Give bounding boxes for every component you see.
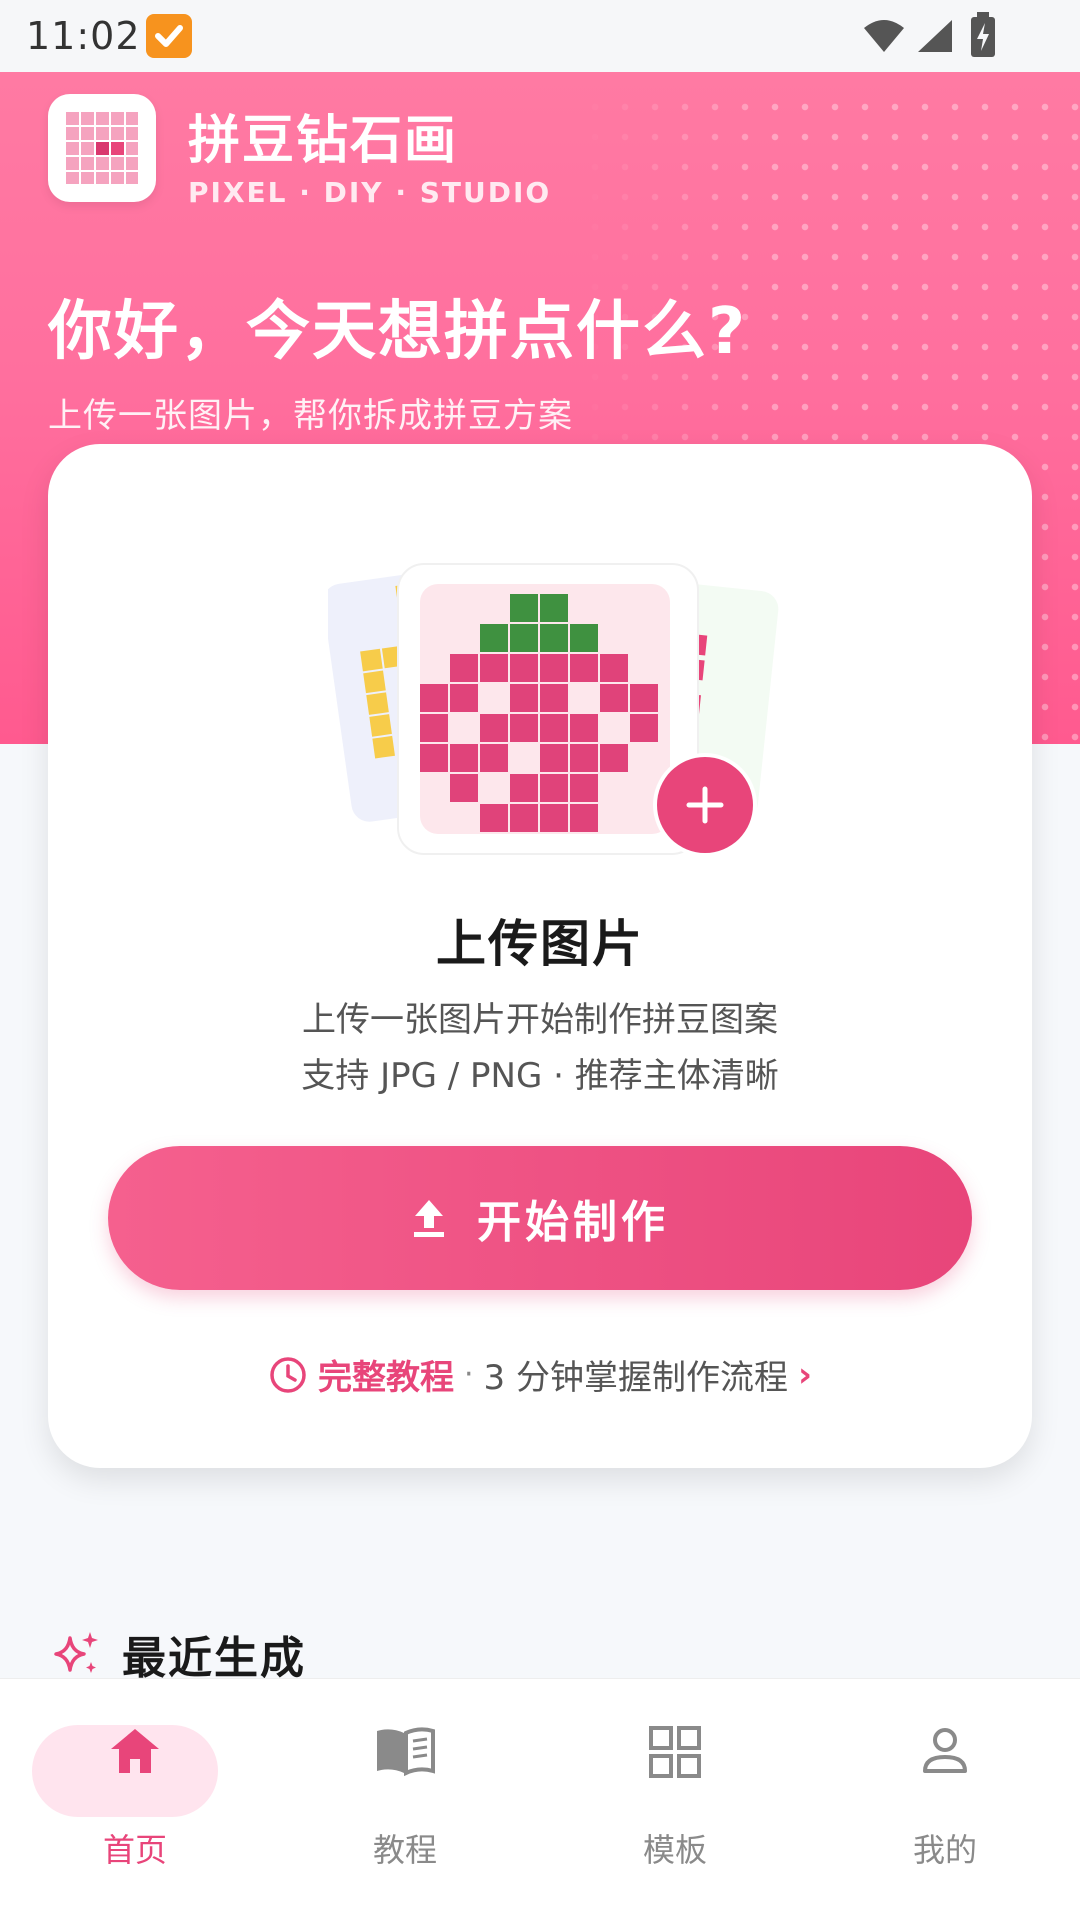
app-subtitle: PIXEL · DIY · STUDIO [188, 176, 552, 209]
recent-section-header: 最近生成 [50, 1622, 306, 1686]
recent-title: 最近生成 [122, 1633, 306, 1684]
status-time: 11:02 [26, 14, 141, 58]
nav-home-label: 首页 [102, 1831, 167, 1869]
tutorial-link[interactable]: 完整教程 · 3 分钟掌握制作流程 › [48, 1350, 1032, 1399]
tutorial-link-text: 3 分钟掌握制作流程 [483, 1358, 788, 1398]
status-bar: 11:02 [0, 0, 1080, 72]
grid-icon [649, 1726, 701, 1778]
chevron-right-icon: › [797, 1354, 812, 1395]
upload-desc-line2: 支持 JPG / PNG · 推荐主体清晰 [301, 1056, 779, 1096]
app-logo [48, 94, 156, 202]
cellular-signal-icon [918, 20, 952, 52]
nav-profile[interactable]: 我的 [810, 1679, 1080, 1920]
person-icon [923, 1728, 967, 1773]
greeting-title: 你好，今天想拼点什么? [48, 295, 748, 369]
clock-icon [270, 1356, 306, 1393]
upload-icon [414, 1200, 444, 1237]
upload-title: 上传图片 [436, 915, 644, 973]
tutorial-separator: · [463, 1357, 474, 1392]
nav-tutorial[interactable]: 教程 [270, 1679, 540, 1920]
upload-description: 上传一张图片开始制作拼豆图案 支持 JPG / PNG · 推荐主体清晰 [48, 992, 1032, 1104]
nav-tutorial-label: 教程 [372, 1831, 437, 1869]
upload-desc-line1: 上传一张图片开始制作拼豆图案 [302, 1000, 778, 1040]
start-making-label: 开始制作 [477, 1197, 669, 1248]
tutorial-link-strong: 完整教程 [317, 1358, 454, 1398]
home-icon [111, 1729, 159, 1773]
upload-card: 上传图片 上传一张图片开始制作拼豆图案 支持 JPG / PNG · 推荐主体清… [48, 444, 1032, 1468]
upload-illustration[interactable] [323, 534, 788, 864]
bottom-navigation: 首页 教程 模板 我的 [0, 1678, 1080, 1920]
app-name: 拼豆钻石画 [188, 111, 459, 171]
nav-templates-label: 模板 [642, 1831, 707, 1869]
greeting-subtitle: 上传一张图片，帮你拆成拼豆方案 [48, 396, 573, 436]
nav-home[interactable]: 首页 [0, 1679, 270, 1920]
pixel-strawberry-illustration [323, 563, 779, 857]
battery-charging-icon [971, 12, 995, 57]
wifi-icon [864, 20, 904, 52]
sparkle-icon [54, 1632, 98, 1673]
notification-check-icon [146, 14, 192, 58]
book-icon [377, 1727, 435, 1777]
nav-profile-label: 我的 [912, 1831, 977, 1869]
start-making-button[interactable]: 开始制作 [108, 1146, 972, 1290]
nav-templates[interactable]: 模板 [540, 1679, 810, 1920]
